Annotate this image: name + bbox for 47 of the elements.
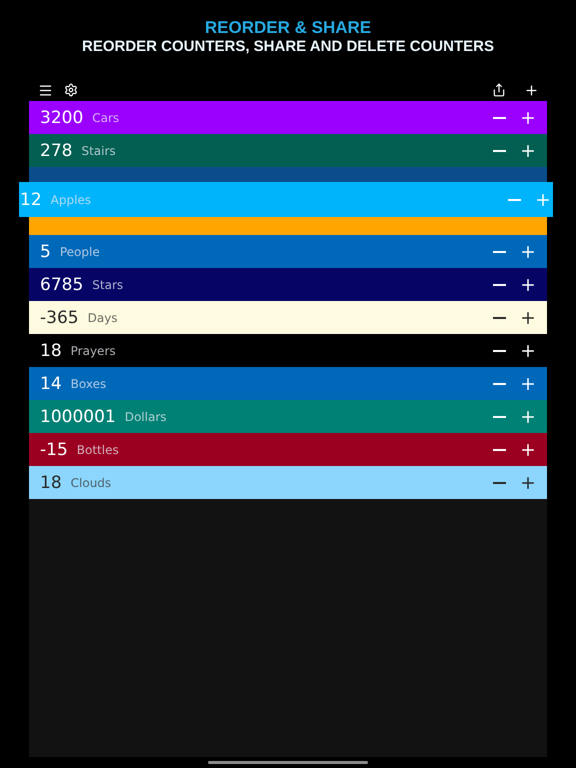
counter-row[interactable]: 18 Clouds (29, 466, 547, 499)
minus-icon (492, 482, 506, 484)
minus-icon (492, 250, 506, 252)
counter-name: Cars (92, 110, 120, 126)
counter-name: Stars (92, 276, 124, 292)
share-button[interactable] (491, 82, 507, 98)
counter-name: Dollars (124, 408, 167, 424)
counter-row[interactable]: 18 Prayers (29, 334, 547, 367)
counter-row[interactable]: 6785 Stars (29, 268, 547, 301)
counter-name: People (60, 244, 100, 260)
minus-icon (492, 448, 506, 450)
counter-value: 1000001 (40, 406, 116, 426)
menu-icon (38, 82, 52, 98)
counter-value: -365 (40, 308, 79, 328)
counter-value: 14 (40, 374, 62, 394)
counter-row[interactable]: 278 Stairs (29, 134, 547, 167)
minus-icon (492, 316, 506, 318)
counter-value: 18 (40, 340, 62, 360)
counter-value: 3200 (40, 108, 84, 128)
counter-row[interactable]: -365 Days (29, 301, 547, 334)
counter-name: Prayers (70, 342, 116, 358)
counter-name: Stairs (81, 142, 116, 158)
share-icon (492, 83, 506, 97)
counter-value: 18 (40, 472, 62, 492)
minus-icon (492, 116, 506, 118)
page-subtitle: REORDER COUNTERS, SHARE AND DELETE COUNTERS (82, 38, 494, 56)
minus-icon (492, 150, 506, 152)
minus-icon (508, 198, 520, 200)
settings-button[interactable] (63, 82, 79, 98)
minus-icon (492, 350, 506, 352)
counter-name: Bottles (76, 442, 119, 458)
counter-value: 12 (20, 190, 42, 210)
counter-value: 278 (40, 140, 72, 160)
page-title: REORDER & SHARE (204, 18, 372, 38)
counter-name: Clouds (70, 474, 112, 490)
minus-icon (492, 382, 506, 384)
counter-value: 5 (40, 242, 51, 262)
counter-value: -15 (40, 440, 68, 460)
plus-icon (524, 82, 538, 98)
counter-name: Boxes (70, 376, 106, 392)
minus-icon (492, 416, 506, 418)
counter-name: Days (88, 310, 118, 326)
counter-value: 6785 (40, 274, 84, 294)
minus-icon (492, 284, 506, 286)
counter-row[interactable]: -15 Bottles (29, 433, 547, 466)
settings-icon (64, 83, 78, 97)
counter-name: Apples (50, 192, 92, 208)
